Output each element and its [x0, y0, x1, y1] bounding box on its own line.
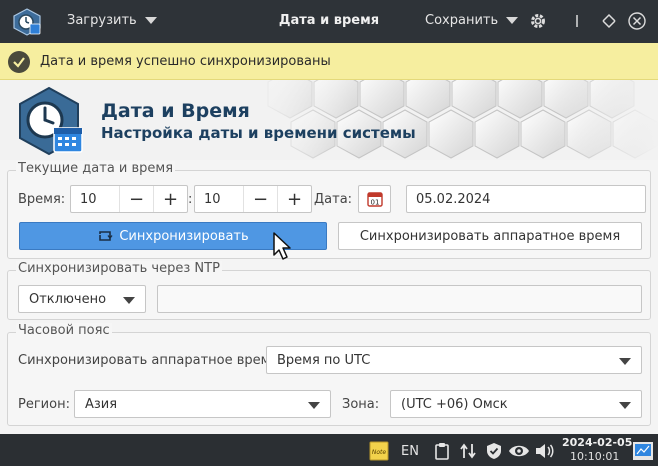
- page-header: Дата и Время Настройка даты и времени си…: [0, 80, 658, 160]
- hardware-time-label: Синхронизировать аппаратное время:: [18, 353, 283, 368]
- calendar-day: 01: [370, 199, 379, 207]
- zone-value: (UTC +06) Омск: [401, 396, 508, 412]
- hours-spinbox[interactable]: 10 − +: [70, 185, 188, 213]
- plus-icon: +: [286, 188, 303, 210]
- clipboard-tray-button[interactable]: [432, 441, 452, 461]
- sync-hardware-time-button[interactable]: Синхронизировать аппаратное время: [338, 222, 642, 250]
- load-menu-label: Загрузить: [67, 13, 137, 28]
- maximize-button[interactable]: [598, 10, 620, 32]
- desktop-monitor-icon: [633, 442, 653, 460]
- sync-button-label: Синхронизировать: [119, 228, 249, 244]
- ntp-server-field[interactable]: [157, 285, 642, 313]
- success-notification: Дата и время успешно синхронизированы: [0, 43, 658, 80]
- clock-time[interactable]: 10:10:01: [570, 450, 619, 463]
- show-desktop-button[interactable]: [631, 440, 655, 462]
- settings-button[interactable]: [527, 10, 549, 32]
- region-value: Азия: [85, 396, 118, 412]
- checkmark-icon: [8, 51, 30, 73]
- ntp-mode-value: Отключено: [29, 291, 107, 307]
- calendar-button[interactable]: 01: [358, 185, 391, 213]
- notes-label: Note: [372, 449, 387, 456]
- chevron-down-icon: [308, 402, 320, 409]
- timezone-group-title: Часовой пояс: [16, 323, 112, 338]
- network-tray-button[interactable]: [458, 441, 478, 461]
- date-value: 05.02.2024: [416, 191, 491, 207]
- load-menu-button[interactable]: Загрузить: [67, 13, 157, 28]
- page-subtitle: Настройка даты и времени системы: [101, 124, 416, 142]
- hours-value: 10: [80, 191, 97, 207]
- sync-button[interactable]: Синхронизировать: [19, 222, 327, 250]
- keyboard-layout-label: EN: [401, 443, 419, 459]
- minimize-button[interactable]: [566, 10, 588, 32]
- save-menu-button[interactable]: Сохранить: [425, 13, 519, 28]
- current-datetime-group-title: Текущие дата и время: [16, 161, 176, 176]
- time-separator: :: [188, 192, 193, 207]
- sync-icon: [99, 231, 113, 241]
- date-time-logo-icon: [19, 86, 83, 156]
- minus-icon: −: [128, 188, 145, 210]
- speaker-volume-icon: [536, 444, 554, 458]
- close-button[interactable]: [626, 10, 648, 32]
- notification-text: Дата и время успешно синхронизированы: [40, 54, 331, 69]
- sync-hardware-time-label: Синхронизировать аппаратное время: [359, 228, 621, 244]
- maximize-icon: [602, 13, 616, 29]
- shield-check-icon: [487, 443, 501, 459]
- app-logo-icon: [13, 8, 41, 36]
- hardware-time-value: Время по UTC: [277, 352, 371, 368]
- date-label: Дата:: [314, 192, 353, 207]
- keyboard-layout-indicator[interactable]: EN: [398, 441, 422, 461]
- zone-label: Зона:: [342, 397, 380, 412]
- close-icon: [628, 12, 646, 30]
- region-label: Регион:: [18, 397, 70, 412]
- clipboard-icon: [435, 443, 449, 460]
- chevron-down-icon: [123, 297, 135, 304]
- save-menu-label: Сохранить: [425, 13, 499, 28]
- ntp-group-title: Синхронизировать через NTP: [16, 261, 222, 276]
- security-tray-button[interactable]: [484, 441, 504, 461]
- ntp-mode-select[interactable]: Отключено: [18, 285, 146, 313]
- calendar-icon: 01: [366, 192, 383, 207]
- ntp-group: Синхронизировать через NTP Отключено: [7, 261, 651, 320]
- sticky-note-icon: Note: [369, 441, 389, 461]
- hours-decrement-button[interactable]: −: [119, 186, 153, 212]
- notes-tray-button[interactable]: Note: [368, 440, 390, 462]
- network-transfer-icon: [460, 443, 476, 459]
- time-label: Время:: [18, 192, 66, 207]
- privacy-tray-button[interactable]: [508, 441, 530, 461]
- timezone-group: Часовой пояс Синхронизировать аппаратное…: [7, 323, 651, 426]
- chevron-down-icon: [506, 17, 519, 24]
- window-title: Дата и время: [278, 13, 380, 28]
- hardware-time-select[interactable]: Время по UTC: [266, 346, 642, 374]
- hours-increment-button[interactable]: +: [153, 186, 187, 212]
- minutes-increment-button[interactable]: +: [277, 186, 311, 212]
- gear-icon: [531, 14, 545, 28]
- clock-date[interactable]: 2024-02-05: [562, 436, 632, 449]
- minutes-spinbox[interactable]: 10 − +: [194, 185, 312, 213]
- minimize-icon: [576, 15, 578, 27]
- taskbar: Note EN 2024-02-05 10:10:01: [0, 434, 658, 466]
- region-select[interactable]: Азия: [74, 390, 331, 418]
- chevron-down-icon: [144, 17, 157, 24]
- plus-icon: +: [162, 188, 179, 210]
- volume-tray-button[interactable]: [534, 441, 554, 461]
- page-title: Дата и Время: [101, 100, 250, 122]
- date-field[interactable]: 05.02.2024: [406, 185, 646, 213]
- chevron-down-icon: [619, 358, 631, 365]
- eye-icon: [509, 445, 529, 457]
- chevron-down-icon: [619, 402, 631, 409]
- minutes-value: 10: [204, 191, 221, 207]
- hexagon-background-decoration: [250, 80, 658, 160]
- current-datetime-group: Текущие дата и время Время: 10 − + : 10 …: [7, 161, 651, 259]
- minus-icon: −: [252, 188, 269, 210]
- minutes-decrement-button[interactable]: −: [243, 186, 277, 212]
- window-titlebar: Загрузить Дата и время Сохранить: [0, 0, 658, 43]
- zone-select[interactable]: (UTC +06) Омск: [390, 390, 642, 418]
